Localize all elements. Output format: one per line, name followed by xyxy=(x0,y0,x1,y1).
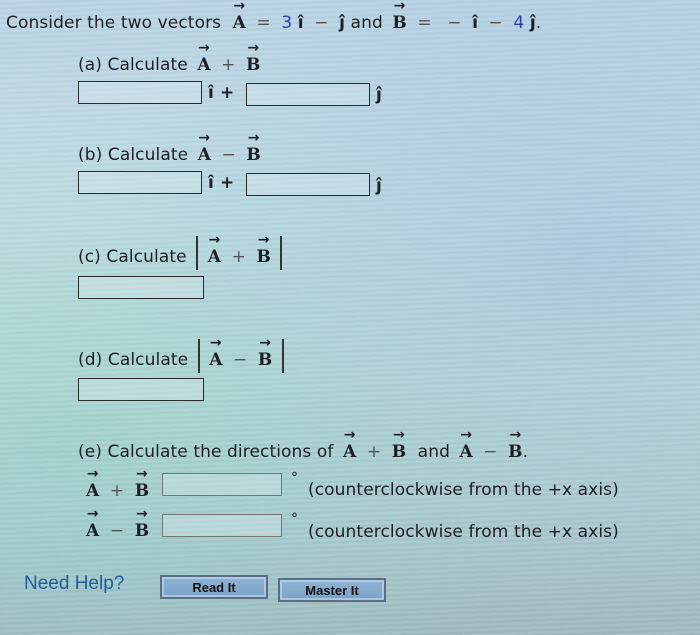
plus-sign: + xyxy=(109,481,125,501)
vector-a: A xyxy=(209,350,222,370)
intro-lead: Consider the two vectors xyxy=(6,13,222,33)
i-hat: î xyxy=(297,13,304,33)
plus-sign: + xyxy=(231,247,246,267)
read-it-button[interactable]: Read It xyxy=(160,575,268,599)
part-d-input-box[interactable] xyxy=(78,378,204,401)
direction-sum-input[interactable] xyxy=(163,474,281,495)
i-hat-plus: î + xyxy=(208,83,235,103)
vector-a: A xyxy=(198,145,211,165)
vector-a: A xyxy=(208,247,221,267)
need-help-label: Need Help? xyxy=(24,573,125,594)
part-c-input-box[interactable] xyxy=(78,276,204,299)
vector-b: B xyxy=(256,247,270,267)
vector-a: A xyxy=(343,442,356,462)
vector-b: B xyxy=(258,350,272,370)
vector-a: A xyxy=(197,55,210,75)
minus-sign: − xyxy=(314,13,329,33)
vector-b: B xyxy=(135,481,149,501)
vector-a: A xyxy=(86,481,99,501)
abs-bar-right xyxy=(281,339,284,373)
minus-sign: − xyxy=(447,13,462,33)
direction-diff-input[interactable] xyxy=(163,515,281,536)
i-hat: î xyxy=(472,13,479,33)
minus-sign: − xyxy=(488,13,503,33)
abs-bar-left xyxy=(197,339,200,373)
b-j-coefficient: 4 xyxy=(513,13,525,33)
minus-sign: − xyxy=(109,521,125,541)
part-c-text: (c) Calculate xyxy=(78,247,187,267)
period: . xyxy=(522,442,529,462)
part-b-text: (b) Calculate xyxy=(78,145,189,165)
part-a-i-input-box[interactable] xyxy=(78,81,202,104)
j-hat: ĵ xyxy=(376,85,382,105)
direction-note: (counterclockwise from the +x axis) xyxy=(308,522,619,542)
plus-sign: + xyxy=(366,442,382,462)
vector-a: A xyxy=(459,442,472,462)
vector-b: B xyxy=(392,442,406,462)
vector-a: A xyxy=(86,521,99,541)
period: . xyxy=(535,13,542,33)
direction-sum-input-box[interactable] xyxy=(162,473,282,496)
vector-b: B xyxy=(392,13,406,33)
vector-b: B xyxy=(246,55,260,75)
minus-sign: − xyxy=(483,442,498,462)
problem-statement: Consider the two vectors A = 3 î − ĵ and… xyxy=(6,13,541,33)
part-d-input[interactable] xyxy=(79,379,203,400)
part-b-j-input-box[interactable] xyxy=(246,173,370,196)
part-e-label: (e) Calculate the directions of A + B an… xyxy=(78,442,528,462)
part-b-label: (b) Calculate A − B xyxy=(78,145,261,165)
vector-b: B xyxy=(246,145,260,165)
row-diff-label: A − B xyxy=(86,521,149,541)
master-it-button[interactable]: Master It xyxy=(278,578,386,602)
i-hat-plus: î + xyxy=(208,173,235,193)
part-a-text: (a) Calculate xyxy=(78,55,188,75)
minus-sign: − xyxy=(221,145,236,165)
plus-sign: + xyxy=(221,55,236,75)
part-d-label: (d) Calculate A − B xyxy=(78,339,288,377)
part-a-i-input[interactable] xyxy=(79,82,201,103)
degree-symbol: ° xyxy=(291,511,298,527)
abs-bar-right xyxy=(280,236,283,270)
part-a-j-input-box[interactable] xyxy=(246,83,370,106)
vector-b: B xyxy=(135,521,149,541)
and-word: and xyxy=(417,442,450,462)
a-i-coefficient: 3 xyxy=(281,13,293,33)
row-sum-label: A + B xyxy=(86,481,149,501)
part-c-input[interactable] xyxy=(79,277,203,298)
degree-symbol: ° xyxy=(291,470,298,486)
j-hat: ĵ xyxy=(376,176,382,196)
equals-sign: = xyxy=(417,13,432,33)
part-b-j-input[interactable] xyxy=(247,174,369,195)
vector-a: A xyxy=(233,13,246,33)
part-a-j-input[interactable] xyxy=(247,84,369,105)
abs-bar-left xyxy=(196,236,199,270)
part-b-i-input-box[interactable] xyxy=(78,171,202,194)
part-d-text: (d) Calculate xyxy=(78,350,189,370)
direction-note: (counterclockwise from the +x axis) xyxy=(308,480,619,500)
minus-sign: − xyxy=(233,350,248,370)
vector-b: B xyxy=(508,442,522,462)
part-a-label: (a) Calculate A + B xyxy=(78,55,260,75)
direction-diff-input-box[interactable] xyxy=(162,514,282,537)
part-b-i-input[interactable] xyxy=(79,172,201,193)
and-word: and xyxy=(350,13,383,33)
j-hat: ĵ xyxy=(339,13,346,33)
part-c-label: (c) Calculate A + B xyxy=(78,236,286,274)
equals-sign: = xyxy=(256,13,271,33)
part-e-text: (e) Calculate the directions of xyxy=(78,442,334,462)
